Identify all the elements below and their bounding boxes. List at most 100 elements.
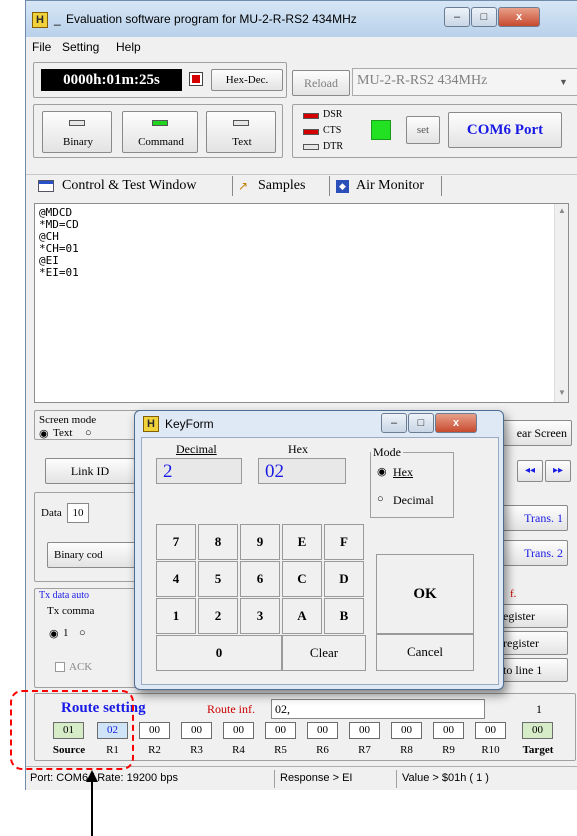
mode-groupbox: Mode ◉ Hex ○ Decimal	[370, 445, 454, 518]
data-length-input[interactable]: 10	[67, 503, 89, 523]
tab-samples[interactable]: Samples	[258, 178, 305, 194]
text-radio[interactable]: ◉	[39, 427, 49, 440]
reload-button[interactable]: Reload	[292, 70, 350, 96]
keyform-minimize-button[interactable]: –	[381, 413, 407, 433]
trans1-button[interactable]: Trans. 1	[500, 505, 568, 531]
cancel-button[interactable]: Cancel	[376, 634, 474, 671]
route-info-label: Route inf.	[207, 702, 255, 716]
tab-control-test[interactable]: Control & Test Window	[62, 178, 196, 194]
key-3[interactable]: 3	[240, 598, 280, 634]
menu-help[interactable]: Help	[116, 40, 141, 54]
keyform-maximize-button[interactable]: □	[408, 413, 434, 433]
hex-field[interactable]: 02	[258, 458, 346, 484]
key-e[interactable]: E	[282, 524, 322, 560]
nav-prev-button[interactable]: ◂◂	[517, 460, 543, 482]
key-b[interactable]: B	[324, 598, 364, 634]
decimal-field[interactable]: 2	[156, 458, 242, 484]
tab-divider	[329, 176, 330, 196]
repeater-field-r8[interactable]: 00	[391, 722, 422, 739]
scroll-up-icon[interactable]: ▲	[558, 206, 566, 215]
tab-divider	[232, 176, 233, 196]
window-tab-icon	[38, 180, 54, 192]
key-7[interactable]: 7	[156, 524, 196, 560]
timer-group: 0000h:01m:25s Hex-Dec.	[33, 62, 287, 98]
menu-bar: File Setting Help	[26, 37, 577, 57]
device-select[interactable]: MU-2-R-RS2 434MHz ▼	[352, 68, 577, 96]
tx-radio-1[interactable]: ◉	[49, 627, 59, 640]
menu-file[interactable]: File	[32, 40, 51, 54]
clear-screen-button[interactable]: ear Screen	[500, 420, 572, 446]
repeater-field-r3[interactable]: 00	[181, 722, 212, 739]
register-button-1[interactable]: egister	[500, 604, 568, 628]
menu-setting[interactable]: Setting	[62, 40, 99, 54]
decimal-radio[interactable]: ○	[377, 493, 384, 505]
close-button[interactable]: x	[498, 7, 540, 27]
text-mode-button[interactable]: Text	[206, 111, 276, 153]
key-4[interactable]: 4	[156, 561, 196, 597]
repeater-field-r6[interactable]: 00	[307, 722, 338, 739]
text-led-icon	[233, 120, 249, 126]
com-port-button[interactable]: COM6 Port	[448, 112, 562, 148]
binary-mode-button[interactable]: Binary	[42, 111, 112, 153]
hex-radio-label: Hex	[393, 465, 413, 479]
key-d[interactable]: D	[324, 561, 364, 597]
repeater-label-r10: R10	[481, 744, 500, 756]
hex-dec-button[interactable]: Hex-Dec.	[211, 69, 283, 91]
hex-radio[interactable]: ◉	[377, 465, 387, 478]
repeater-field-r7[interactable]: 00	[349, 722, 380, 739]
tx-radio-1-label: 1	[63, 627, 69, 639]
key-8[interactable]: 8	[198, 524, 238, 560]
repeater-field-r2[interactable]: 00	[139, 722, 170, 739]
link-id-button[interactable]: Link ID	[45, 458, 135, 484]
tx-auto-label: Tx data auto	[39, 590, 89, 601]
maximize-button[interactable]: □	[471, 7, 497, 27]
terminal-scrollbar[interactable]: ▲ ▼	[554, 204, 568, 402]
key-a[interactable]: A	[282, 598, 322, 634]
record-indicator[interactable]	[189, 72, 203, 86]
trans2-button[interactable]: Trans. 2	[500, 540, 568, 566]
nav-next-button[interactable]: ▸▸	[545, 460, 571, 482]
scroll-down-icon[interactable]: ▼	[558, 388, 566, 397]
cts-label: CTS	[323, 125, 342, 136]
binary-led-icon	[69, 120, 85, 126]
repeater-field-r5[interactable]: 00	[265, 722, 296, 739]
terminal-output[interactable]: @MDCD *MD=CD @CH *CH=01 @EI *EI=01	[34, 203, 569, 403]
to-line-button[interactable]: to line 1	[500, 658, 568, 682]
repeater-field-r10[interactable]: 00	[475, 722, 506, 739]
ack-checkbox[interactable]	[55, 662, 65, 672]
other-radio[interactable]: ○	[85, 427, 92, 439]
binary-code-button[interactable]: Binary cod	[47, 542, 145, 568]
key-c[interactable]: C	[282, 561, 322, 597]
terminal-line: *CH=01	[39, 242, 79, 255]
minimize-button[interactable]: –	[444, 7, 470, 27]
repeater-label-r4: R4	[232, 744, 245, 756]
route-info-field[interactable]: 02,	[271, 699, 485, 719]
target-field[interactable]: 00	[522, 722, 553, 739]
tab-divider	[441, 176, 442, 196]
title-bar: H _ Evaluation software program for MU-2…	[26, 1, 577, 37]
keyform-close-button[interactable]: x	[435, 413, 477, 433]
dsr-led-icon	[303, 113, 319, 119]
hex-value: 02	[265, 461, 284, 482]
repeater-label-r8: R8	[400, 744, 413, 756]
tab-air-monitor[interactable]: Air Monitor	[356, 178, 424, 194]
repeater-field-r9[interactable]: 00	[433, 722, 464, 739]
ack-label: ACK	[69, 661, 93, 673]
ok-button[interactable]: OK	[376, 554, 474, 634]
decimal-label: Decimal	[176, 442, 217, 456]
key-0[interactable]: 0	[156, 635, 282, 671]
key-f[interactable]: F	[324, 524, 364, 560]
key-2[interactable]: 2	[198, 598, 238, 634]
repeater-field-r4[interactable]: 00	[223, 722, 254, 739]
repeater-label-r3: R3	[190, 744, 203, 756]
key-6[interactable]: 6	[240, 561, 280, 597]
key-1[interactable]: 1	[156, 598, 196, 634]
set-button[interactable]: set	[406, 116, 440, 144]
key-5[interactable]: 5	[198, 561, 238, 597]
repeater-label-r9: R9	[442, 744, 455, 756]
clear-key[interactable]: Clear	[282, 635, 366, 671]
key-9[interactable]: 9	[240, 524, 280, 560]
command-mode-button[interactable]: Command	[122, 111, 198, 153]
tx-radio-2[interactable]: ○	[79, 627, 86, 639]
register-button-2[interactable]: register	[500, 631, 568, 655]
